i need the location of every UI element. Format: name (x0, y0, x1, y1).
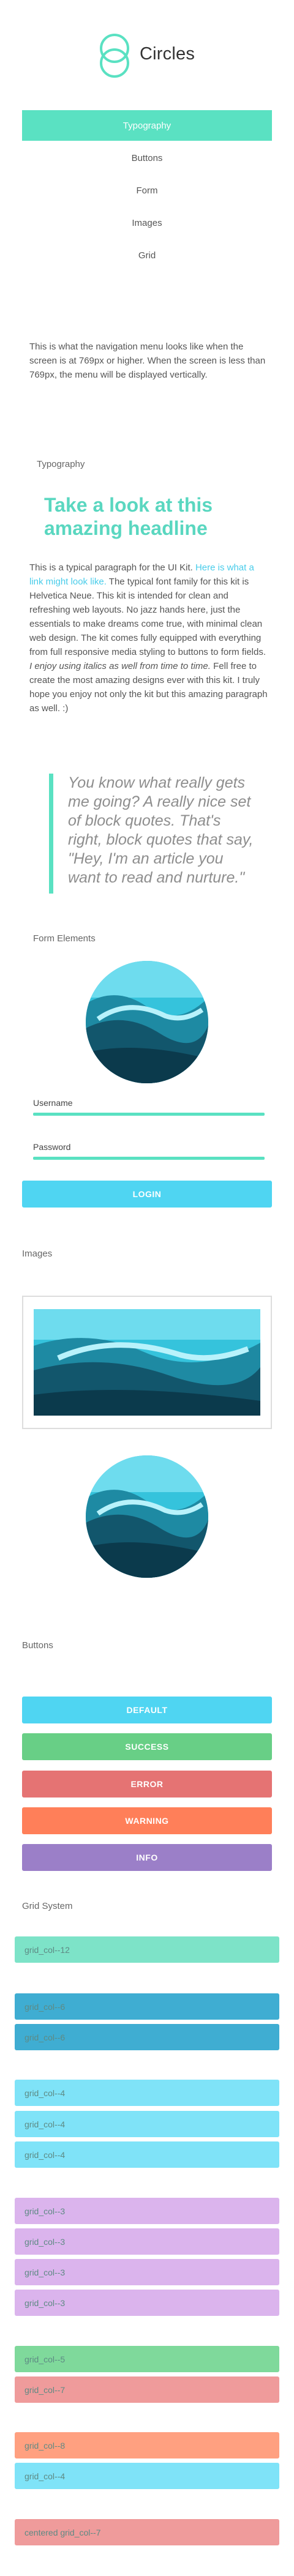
username-underline (33, 1113, 265, 1116)
nav-menu: Typography Buttons Form Images Grid (22, 110, 272, 272)
grid-col-4: grid_col--4 (15, 2111, 279, 2137)
grid-col-3: grid_col--3 (15, 2259, 279, 2285)
brand-name: Circles (140, 44, 195, 64)
circle-image-form (86, 961, 208, 1083)
password-label: Password (33, 1142, 71, 1152)
default-button[interactable]: DEFAULT (22, 1697, 272, 1723)
nav-item-form[interactable]: Form (22, 175, 272, 206)
warning-button[interactable]: WARNING (22, 1807, 272, 1834)
success-button[interactable]: SUCCESS (22, 1733, 272, 1760)
grid-col-3: grid_col--3 (15, 2290, 279, 2316)
grid-col-5: grid_col--5 (15, 2346, 279, 2372)
grid-col-12: grid_col--12 (15, 1936, 279, 1963)
grid-col-3: grid_col--3 (15, 2228, 279, 2255)
grid-col-4: grid_col--4 (15, 2141, 279, 2168)
header: Circles (0, 0, 294, 98)
ocean-wave-image (86, 1455, 208, 1578)
ocean-wave-image (86, 961, 208, 1083)
nav-note: This is what the navigation menu looks l… (29, 342, 266, 380)
username-field[interactable]: Username (33, 1098, 265, 1116)
circle-image (86, 1455, 208, 1578)
logo-icon (100, 34, 129, 78)
grid-col-4: grid_col--4 (15, 2080, 279, 2106)
nav-item-grid[interactable]: Grid (22, 240, 272, 271)
grid-col-4: grid_col--4 (15, 2463, 279, 2489)
nav-item-typography[interactable]: Typography (22, 110, 272, 141)
section-label-grid: Grid System (22, 1901, 73, 1911)
section-label-images: Images (22, 1249, 53, 1259)
nav-item-buttons[interactable]: Buttons (22, 143, 272, 173)
error-button[interactable]: ERROR (22, 1771, 272, 1798)
sample-paragraph: This is a typical paragraph for the UI K… (29, 561, 268, 715)
framed-image (22, 1296, 272, 1429)
grid-col-8: grid_col--8 (15, 2432, 279, 2458)
paragraph-intro: This is a typical paragraph for the UI K… (29, 562, 195, 573)
grid-col-6: grid_col--6 (15, 2024, 279, 2050)
grid-col-centered-7: centered grid_col--7 (15, 2519, 279, 2545)
section-label-buttons: Buttons (22, 1640, 53, 1651)
ocean-wave-image (34, 1309, 260, 1416)
section-label-form: Form Elements (33, 933, 96, 944)
grid-col-7: grid_col--7 (15, 2376, 279, 2403)
paragraph-body: The typical font family for this kit is … (29, 577, 266, 657)
nav-item-images[interactable]: Images (22, 207, 272, 238)
paragraph-italic: I enjoy using italics as well from time … (29, 661, 211, 671)
username-label: Username (33, 1098, 73, 1108)
password-field[interactable]: Password (33, 1142, 265, 1160)
grid-col-3: grid_col--3 (15, 2198, 279, 2224)
headline: Take a look at this amazing headline (44, 494, 213, 539)
grid-col-6: grid_col--6 (15, 1993, 279, 2020)
login-button[interactable]: LOGIN (22, 1181, 272, 1208)
password-underline (33, 1157, 265, 1160)
info-button[interactable]: INFO (22, 1844, 272, 1871)
section-label-typography: Typography (37, 459, 85, 469)
block-quote: You know what really gets me going? A re… (49, 774, 257, 894)
